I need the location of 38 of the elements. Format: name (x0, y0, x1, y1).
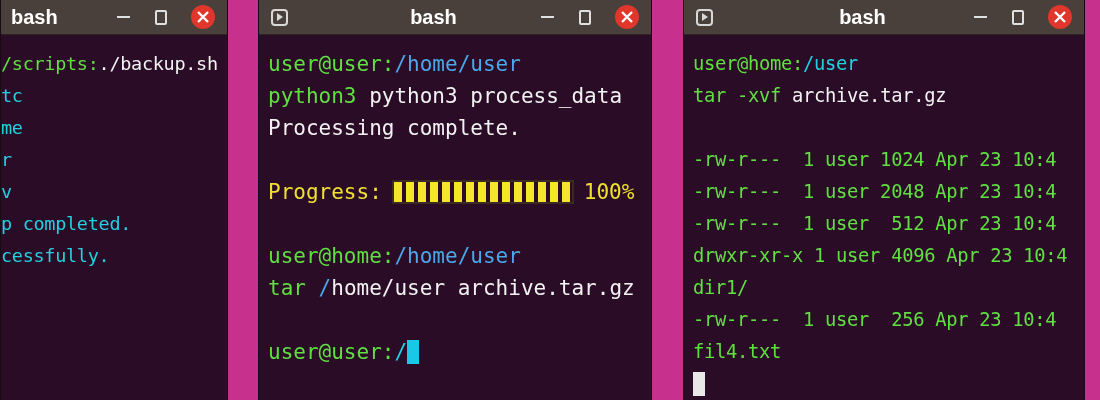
terminal-line: user@home:/user (693, 52, 859, 76)
terminal-line: tc (1, 84, 23, 108)
close-icon (197, 11, 209, 23)
window-title: bash (409, 5, 458, 30)
maximize-button[interactable] (579, 9, 591, 25)
terminal-line: -rw-r--- 1 user 2048 Apr 23 10:4 (693, 180, 1057, 204)
terminal-line: dir1/ (693, 276, 749, 300)
terminal-line: /scripts:./backup.sh (1, 52, 218, 76)
terminal-line: python3 python3 process_data (268, 83, 623, 110)
terminal-line: drwxr-xr-x 1 user 4096 Apr 23 10:4 (693, 244, 1068, 268)
progress-label: Progress: (268, 179, 382, 206)
terminal-line: Processing complete. (268, 115, 521, 142)
terminal-line: -rw-r--- 1 user 256 Apr 23 10:4 (693, 308, 1057, 332)
terminal-line: user@home:/home/user (268, 243, 521, 270)
maximize-button[interactable] (1012, 9, 1024, 25)
terminal-line: tar /home/user archive.tar.gz (268, 275, 635, 302)
progress-reading: 100% (583, 179, 635, 206)
close-button[interactable] (191, 5, 215, 29)
terminal-line: me (1, 116, 23, 140)
terminal-line: -rw-r--- 1 user 512 Apr 23 10:4 (693, 212, 1057, 236)
app-icon[interactable] (271, 8, 288, 26)
terminal-line: tar -xvf archive.tar.gz (693, 84, 947, 108)
terminal-line: r (1, 148, 12, 172)
window-title: bash (838, 5, 887, 30)
close-button[interactable] (1048, 5, 1072, 29)
app-icon[interactable] (696, 8, 713, 26)
window-title: bash (11, 5, 59, 30)
terminal-line: user@user:/home/user (268, 51, 521, 78)
terminal-line: user@user:/ (268, 339, 408, 366)
terminal-line: v (1, 180, 12, 204)
terminal-line: -rw-r--- 1 user 1024 Apr 23 10:4 (693, 148, 1057, 172)
close-icon (621, 11, 633, 23)
terminal-line: fil4.txt (693, 340, 782, 364)
terminal-line: cessfully. (1, 244, 110, 268)
terminal-line: p completed. (1, 212, 132, 236)
close-icon (1054, 11, 1066, 23)
maximize-button[interactable] (155, 9, 167, 25)
close-button[interactable] (615, 5, 639, 29)
